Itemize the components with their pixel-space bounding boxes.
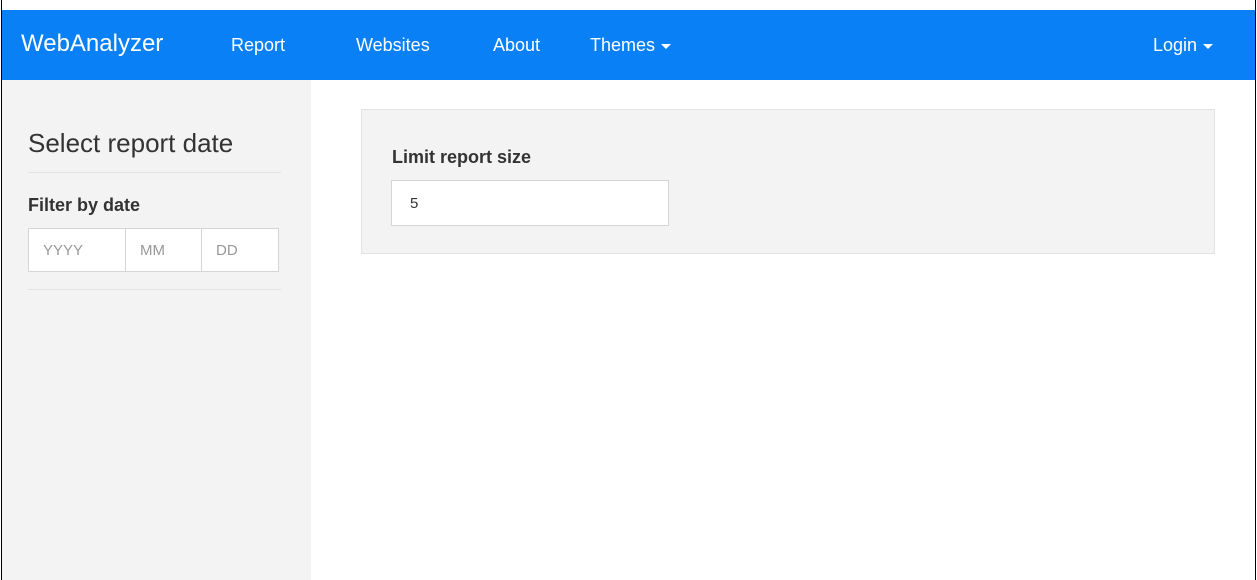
date-filter-group: [28, 228, 279, 272]
limit-report-size-input[interactable]: [391, 180, 669, 226]
navbar: WebAnalyzer Report Websites About Themes…: [2, 10, 1255, 80]
divider: [28, 172, 281, 173]
sidebar: Select report date Filter by date: [2, 80, 311, 580]
nav-login-label: Login: [1153, 35, 1198, 55]
caret-down-icon: [661, 43, 672, 49]
nav-themes-label: Themes: [590, 35, 656, 55]
brand-link[interactable]: WebAnalyzer: [21, 28, 163, 60]
nav-websites[interactable]: Websites: [356, 32, 430, 58]
app-frame: WebAnalyzer Report Websites About Themes…: [1, 0, 1256, 580]
nav-report[interactable]: Report: [231, 32, 285, 58]
month-input[interactable]: [126, 228, 202, 272]
report-options-panel: Limit report size: [361, 109, 1215, 254]
day-input[interactable]: [202, 228, 279, 272]
year-input[interactable]: [28, 228, 126, 272]
top-spacer: [2, 0, 1255, 10]
nav-login-dropdown[interactable]: Login: [1153, 32, 1214, 58]
nav-themes-dropdown[interactable]: Themes: [590, 32, 672, 58]
limit-report-size-label: Limit report size: [392, 147, 532, 167]
sidebar-title: Select report date: [28, 128, 234, 158]
divider: [28, 289, 281, 290]
nav-about[interactable]: About: [493, 32, 540, 58]
caret-down-icon: [1203, 43, 1214, 49]
filter-by-date-label: Filter by date: [28, 195, 141, 215]
